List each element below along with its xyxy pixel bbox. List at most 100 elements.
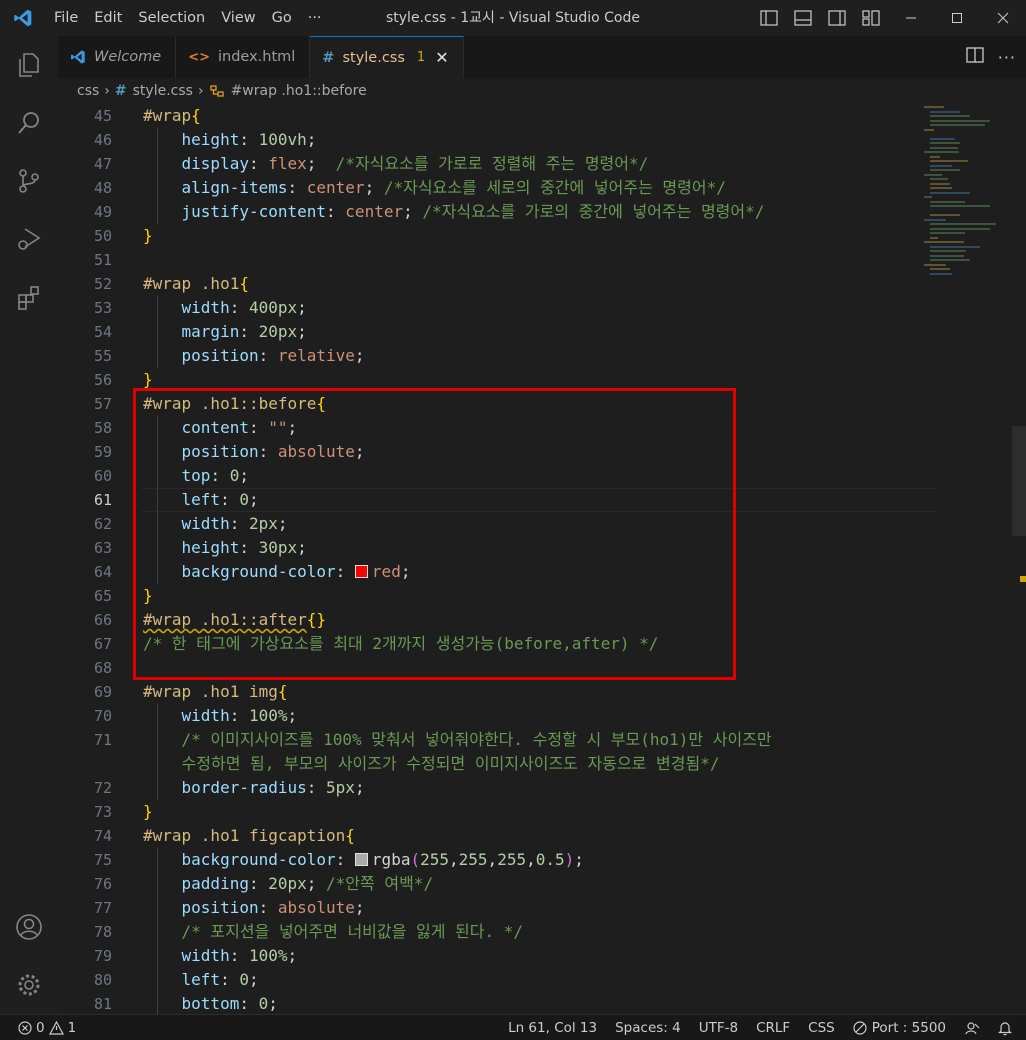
explorer-icon[interactable] (0, 36, 58, 94)
customize-layout-icon[interactable] (854, 0, 888, 36)
close-tab-icon[interactable]: ✕ (435, 48, 448, 67)
run-debug-icon[interactable] (0, 210, 58, 268)
line-number: 69 (93, 683, 112, 701)
menu-selection[interactable]: Selection (130, 0, 213, 36)
maximize-icon[interactable] (934, 0, 980, 36)
menu-more[interactable]: ··· (300, 0, 330, 36)
code-line: #wrap .ho1 figcaption{ (143, 826, 355, 845)
toggle-panel-icon[interactable] (786, 0, 820, 36)
error-count: 0 (36, 1019, 45, 1036)
minimap-line (924, 106, 944, 108)
line-number: 78 (93, 923, 112, 941)
tab-index-html[interactable]: <> index.html (176, 36, 311, 78)
minimap-line (924, 173, 942, 176)
cursor-position[interactable]: Ln 61, Col 13 (499, 1020, 606, 1036)
feedback-icon[interactable] (955, 1021, 989, 1035)
line-number: 62 (93, 515, 112, 533)
css-hash-icon: # (114, 83, 127, 99)
minimap-line (930, 115, 970, 117)
breadcrumb-folder[interactable]: css (77, 83, 99, 99)
indentation[interactable]: Spaces: 4 (606, 1020, 690, 1036)
minimap-line (924, 218, 946, 221)
code-editor[interactable]: 45 46 47 48 49 50 51 52 53 54 55 56 57 58 59 60 61 62 63 64… (58, 104, 1026, 1014)
live-server-port[interactable]: Port : 5500 (844, 1020, 955, 1036)
problem-count-badge: 1 (416, 50, 426, 65)
color-swatch[interactable] (354, 565, 368, 578)
line-number: 52 (93, 275, 112, 293)
status-bar: 0 1 Ln 61, Col 13 Spaces: 4 UTF-8 CRLF C… (0, 1014, 1026, 1040)
minimap-line (930, 187, 952, 189)
minimap[interactable] (920, 104, 1012, 304)
code-line: display: flex; /*자식요소를 가로로 정렬해 주는 명령어*/ (181, 154, 649, 173)
code-line: #wrap .ho1::after{} (143, 610, 327, 629)
line-number: 54 (93, 323, 112, 341)
line-number: 65 (93, 587, 112, 605)
minimap-line (930, 146, 958, 149)
code-line: } (143, 802, 153, 821)
toggle-secondary-sidebar-icon[interactable] (820, 0, 854, 36)
block-icon (853, 1021, 867, 1035)
code-area[interactable]: #wrap{ height: 100vh; display: flex; /*자… (141, 104, 938, 1014)
menu-file[interactable]: File (46, 0, 86, 36)
line-number (58, 752, 112, 776)
minimap-line (930, 191, 970, 194)
more-actions-icon[interactable]: ··· (998, 48, 1016, 67)
problems-indicator[interactable]: 0 1 (0, 1020, 76, 1036)
code-line: 수정하면 됨, 부모의 사이즈가 수정되면 이미지사이즈도 자동으로 변경됨*/ (181, 754, 720, 773)
split-editor-icon[interactable] (966, 47, 984, 67)
line-number: 66 (93, 611, 112, 629)
minimap-line (924, 128, 934, 131)
minimap-line (930, 110, 960, 113)
warning-count: 1 (67, 1019, 77, 1036)
line-number: 60 (93, 467, 112, 485)
tab-label: index.html (217, 49, 296, 65)
line-number: 67 (93, 635, 112, 653)
toggle-primary-sidebar-icon[interactable] (752, 0, 786, 36)
minimap-line (930, 142, 960, 144)
scrollbar-thumb[interactable] (1012, 426, 1026, 536)
line-number: 46 (93, 131, 112, 149)
line-number-gutter: 45 46 47 48 49 50 51 52 53 54 55 56 57 58 59 60 61 62 63 64… (58, 104, 112, 1014)
extensions-icon[interactable] (0, 268, 58, 326)
line-number: 79 (93, 947, 112, 965)
minimap-line (930, 178, 948, 180)
code-line: #wrap .ho1 img{ (143, 682, 288, 701)
line-number: 50 (93, 227, 112, 245)
language-mode[interactable]: CSS (799, 1020, 844, 1036)
line-number: 48 (93, 179, 112, 197)
menu-view[interactable]: View (213, 0, 263, 36)
encoding[interactable]: UTF-8 (690, 1020, 747, 1036)
notifications-bell-icon[interactable] (989, 1021, 1026, 1036)
breadcrumb-symbol[interactable]: #wrap .ho1::before (231, 83, 367, 99)
code-line: } (143, 586, 153, 605)
tab-style-css[interactable]: # style.css 1 ✕ (310, 36, 464, 78)
code-line: width: 100%; (181, 946, 298, 965)
end-of-line[interactable]: CRLF (747, 1020, 799, 1036)
line-number: 51 (93, 251, 112, 269)
line-number: 71 (93, 731, 112, 749)
chevron-right-icon: › (197, 83, 204, 99)
menu-edit[interactable]: Edit (86, 0, 130, 36)
tab-welcome[interactable]: Welcome (58, 36, 177, 78)
code-line: } (143, 226, 153, 245)
code-line: /* 한 태그에 가상요소를 최대 2개까지 생성가능(before,after… (143, 634, 659, 653)
breadcrumb-file[interactable]: style.css (133, 83, 193, 99)
color-swatch[interactable] (354, 853, 368, 866)
vertical-scrollbar[interactable] (1012, 104, 1026, 1014)
search-icon[interactable] (0, 94, 58, 152)
code-line: height: 30px; (181, 538, 307, 557)
close-window-icon[interactable] (980, 0, 1026, 36)
code-line: position: absolute; (181, 898, 365, 917)
line-number: 45 (93, 107, 112, 125)
warning-icon (48, 1020, 64, 1035)
account-icon[interactable] (0, 898, 58, 956)
minimize-icon[interactable] (888, 0, 934, 36)
menu-go[interactable]: Go (264, 0, 300, 36)
settings-gear-icon[interactable] (0, 956, 58, 1014)
minimap-line (924, 241, 964, 243)
code-line: height: 100vh; (181, 130, 317, 149)
line-number: 75 (93, 851, 112, 869)
minimap-line (930, 223, 996, 225)
source-control-icon[interactable] (0, 152, 58, 210)
code-line: justify-content: center; /*자식요소를 가로의 중간에… (181, 202, 765, 221)
